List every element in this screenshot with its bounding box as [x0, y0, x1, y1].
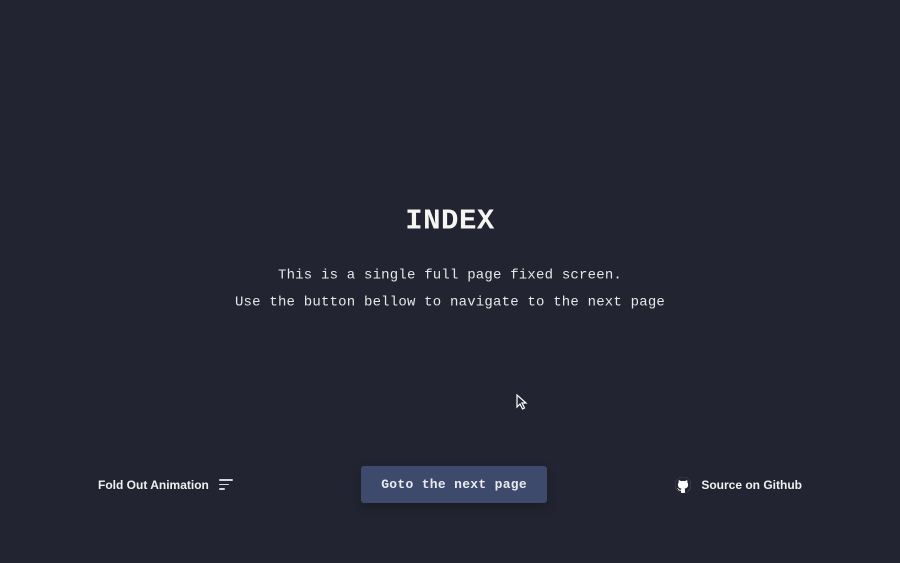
- menu-icon: [219, 479, 233, 490]
- page-root: INDEX This is a single full page fixed s…: [0, 0, 900, 563]
- center-content: INDEX This is a single full page fixed s…: [0, 204, 900, 313]
- source-on-github-link[interactable]: Source on Github: [675, 477, 802, 493]
- fold-out-animation-link[interactable]: Fold Out Animation: [98, 478, 233, 492]
- description-line-2: Use the button bellow to navigate to the…: [0, 292, 900, 313]
- goto-next-page-button[interactable]: Goto the next page: [361, 466, 547, 503]
- footer-bar: Fold Out Animation Goto the next page So…: [0, 466, 900, 503]
- github-label: Source on Github: [701, 478, 802, 492]
- mouse-cursor: [516, 394, 528, 412]
- fold-out-label: Fold Out Animation: [98, 478, 209, 492]
- description-line-1: This is a single full page fixed screen.: [0, 265, 900, 286]
- github-icon: [675, 477, 691, 493]
- page-title: INDEX: [0, 204, 900, 237]
